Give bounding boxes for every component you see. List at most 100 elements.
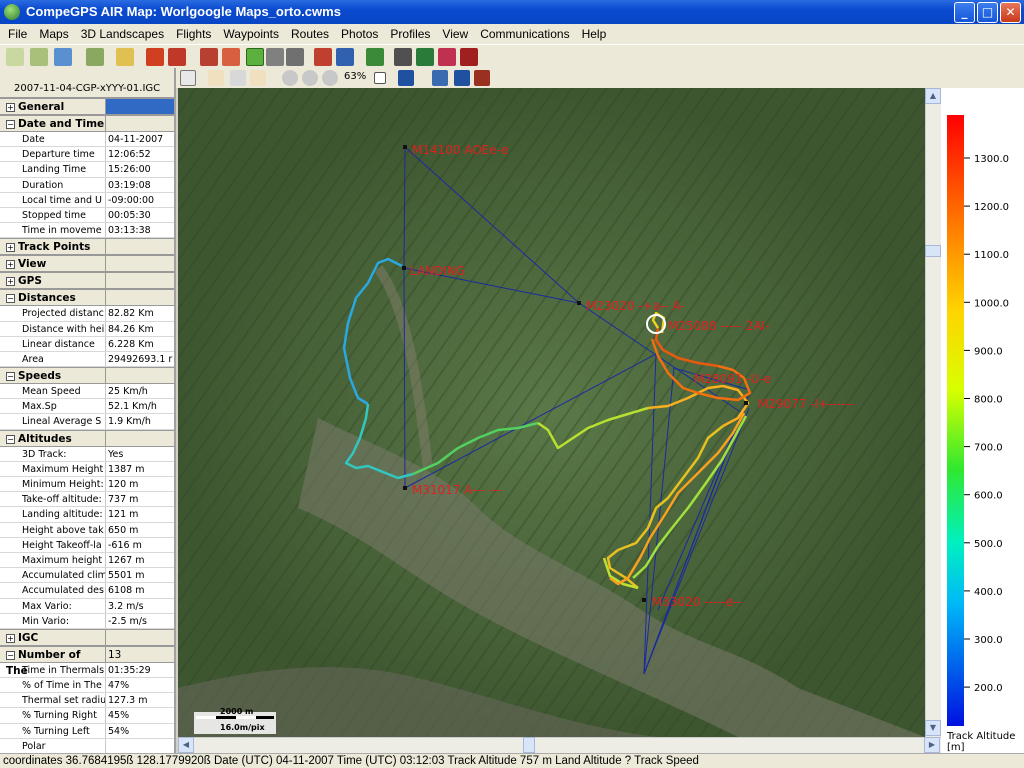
property-row[interactable]: % Turning Left 54% bbox=[0, 723, 174, 739]
scroll-thumb-vertical[interactable] bbox=[925, 245, 941, 257]
waypoint-label-m31017[interactable]: M31017 A--- --- bbox=[412, 483, 502, 497]
property-row[interactable]: Landing Time 15:26:00 bbox=[0, 162, 174, 178]
property-row[interactable]: Accumulated clim 5501 m bbox=[0, 568, 174, 584]
select-hand-icon[interactable] bbox=[250, 70, 266, 86]
waypoint-marker[interactable] bbox=[577, 301, 581, 305]
collapse-icon[interactable]: − bbox=[6, 120, 15, 129]
property-row[interactable]: Maximum height a 1267 m bbox=[0, 552, 174, 569]
flight-icon[interactable] bbox=[146, 48, 164, 66]
open-map-icon[interactable] bbox=[6, 48, 24, 66]
property-row[interactable]: Thermal set radiu 127.3 m bbox=[0, 693, 174, 709]
property-row[interactable]: Max Vario: 3.2 m/s bbox=[0, 598, 174, 614]
waypoint-marker[interactable] bbox=[403, 486, 407, 490]
section-header[interactable]: − Date and Time bbox=[0, 115, 174, 132]
scroll-up-icon[interactable]: ▲ bbox=[925, 88, 941, 104]
scroll-left-icon[interactable]: ◀ bbox=[178, 737, 194, 753]
section-header[interactable]: − Number of The 13 bbox=[0, 645, 174, 677]
expand-icon[interactable]: + bbox=[6, 103, 15, 112]
menu-file[interactable]: File bbox=[2, 27, 33, 41]
profile-icon[interactable] bbox=[222, 48, 240, 66]
section-header[interactable]: − Distances bbox=[0, 289, 174, 307]
map-canvas[interactable]: M14100 AOEe-e LANDING M23020 -+a-- A- M2… bbox=[178, 88, 925, 737]
collapse-icon[interactable]: − bbox=[6, 372, 15, 382]
zoom-out-icon[interactable] bbox=[282, 70, 298, 86]
waypoint-marker[interactable] bbox=[642, 598, 646, 602]
map-tools-icon[interactable] bbox=[30, 48, 48, 66]
route-tool-icon[interactable] bbox=[86, 48, 104, 66]
scroll-down-icon[interactable]: ▼ bbox=[925, 720, 941, 736]
waypoint-marker[interactable] bbox=[744, 401, 748, 405]
section-header[interactable]: + General bbox=[0, 98, 174, 115]
waypoint-label-m28091[interactable]: M28091 -U-e bbox=[694, 372, 771, 386]
section-header[interactable]: + IGC bbox=[0, 628, 174, 646]
menu-profiles[interactable]: Profiles bbox=[384, 27, 436, 41]
expand-icon[interactable]: + bbox=[6, 633, 15, 643]
collapse-icon[interactable]: − bbox=[6, 434, 15, 444]
excel-icon[interactable] bbox=[416, 48, 434, 66]
property-row[interactable]: Time in Thermals 01:35:29 bbox=[0, 662, 174, 679]
property-row[interactable]: Duration 03:19:08 bbox=[0, 177, 174, 193]
play-icon[interactable] bbox=[266, 48, 284, 66]
zoom-100-icon[interactable] bbox=[180, 70, 196, 86]
hand-edit-icon[interactable] bbox=[116, 48, 134, 66]
property-row[interactable]: Local time and U -09:00:00 bbox=[0, 192, 174, 208]
property-row[interactable]: Height Takeoff-la -616 m bbox=[0, 537, 174, 553]
live-track-icon[interactable] bbox=[438, 48, 456, 66]
property-row[interactable]: Linear distance 6.228 Km bbox=[0, 336, 174, 352]
waypoint-label-landing[interactable]: LANDING bbox=[410, 264, 465, 278]
measure-tool-icon[interactable] bbox=[474, 70, 490, 86]
property-row[interactable]: Date 04-11-2007 bbox=[0, 132, 174, 148]
menu-communications[interactable]: Communications bbox=[474, 27, 575, 41]
property-row[interactable]: Distance with hei 84.26 Km bbox=[0, 321, 174, 337]
waypoint-marker[interactable] bbox=[403, 145, 407, 149]
property-row[interactable]: Take-off altitude: 737 m bbox=[0, 492, 174, 508]
expand-icon[interactable]: + bbox=[6, 243, 15, 253]
property-row[interactable]: Minimum Height: 120 m bbox=[0, 477, 174, 493]
collapse-icon[interactable]: − bbox=[6, 650, 15, 660]
waypoint-label-m25088[interactable]: M25088 ----- 2AI- bbox=[668, 319, 770, 333]
section-header[interactable]: − Altitudes bbox=[0, 429, 174, 447]
waypoint-label-m14100[interactable]: M14100 AOEe-e bbox=[412, 143, 508, 157]
menu-photos[interactable]: Photos bbox=[335, 27, 384, 41]
property-row[interactable]: % of Time in The 47% bbox=[0, 678, 174, 694]
menu-waypoints[interactable]: Waypoints bbox=[217, 27, 285, 41]
property-row[interactable]: 3D Track: Yes bbox=[0, 446, 174, 462]
property-row[interactable]: Maximum Height 1387 m bbox=[0, 461, 174, 477]
property-row[interactable]: Projected distanc 82.82 Km bbox=[0, 306, 174, 322]
waypoint-label-m23020[interactable]: M23020 -+a-- A- bbox=[586, 299, 685, 313]
layers-icon[interactable] bbox=[398, 70, 414, 86]
property-row[interactable]: Lineal Average S 1.9 Km/h bbox=[0, 414, 174, 430]
expand-icon[interactable]: + bbox=[6, 260, 15, 270]
menu-maps[interactable]: Maps bbox=[33, 27, 74, 41]
property-row[interactable]: Mean Speed 25 Km/h bbox=[0, 384, 174, 400]
property-row[interactable]: Area 29492693.1 r bbox=[0, 351, 174, 368]
section-header[interactable]: − Speeds bbox=[0, 367, 174, 385]
property-row[interactable]: Landing altitude: 121 m bbox=[0, 507, 174, 523]
zoom-in-icon[interactable] bbox=[302, 70, 318, 86]
3d-view-icon[interactable] bbox=[336, 48, 354, 66]
menu-view[interactable]: View bbox=[436, 27, 474, 41]
section-header[interactable]: + Track Points bbox=[0, 238, 174, 256]
zoom-area-icon[interactable] bbox=[322, 70, 338, 86]
collapse-icon[interactable]: − bbox=[6, 294, 15, 304]
play-green-icon[interactable] bbox=[246, 48, 264, 66]
property-row[interactable]: Stopped time 00:05:30 bbox=[0, 207, 174, 224]
zoom-dropdown-icon[interactable] bbox=[374, 72, 386, 84]
property-row[interactable]: Min Vario: -2.5 m/s bbox=[0, 613, 174, 629]
flight-menu-icon[interactable] bbox=[168, 48, 186, 66]
property-row[interactable]: Time in moveme 03:13:38 bbox=[0, 223, 174, 239]
section-header[interactable]: + View bbox=[0, 255, 174, 273]
menu-routes[interactable]: Routes bbox=[285, 27, 335, 41]
pause-icon[interactable] bbox=[286, 48, 304, 66]
expand-icon[interactable]: + bbox=[6, 277, 15, 287]
pan-hand-icon[interactable] bbox=[208, 70, 224, 86]
waypoint-marker[interactable] bbox=[402, 266, 406, 270]
flight-edit-icon[interactable] bbox=[200, 48, 218, 66]
property-row[interactable]: Polar bbox=[0, 738, 174, 753]
property-row[interactable]: Departure time 12:06:52 bbox=[0, 147, 174, 163]
vertical-scrollbar[interactable]: ▲ ▼ bbox=[925, 88, 941, 737]
horizontal-scrollbar[interactable]: ◀ ▶ bbox=[178, 737, 941, 753]
property-row[interactable]: Height above tak 650 m bbox=[0, 522, 174, 538]
fit-view-icon[interactable] bbox=[454, 70, 470, 86]
waypoint-label-m33020[interactable]: M33020 -----e-- bbox=[652, 595, 742, 609]
